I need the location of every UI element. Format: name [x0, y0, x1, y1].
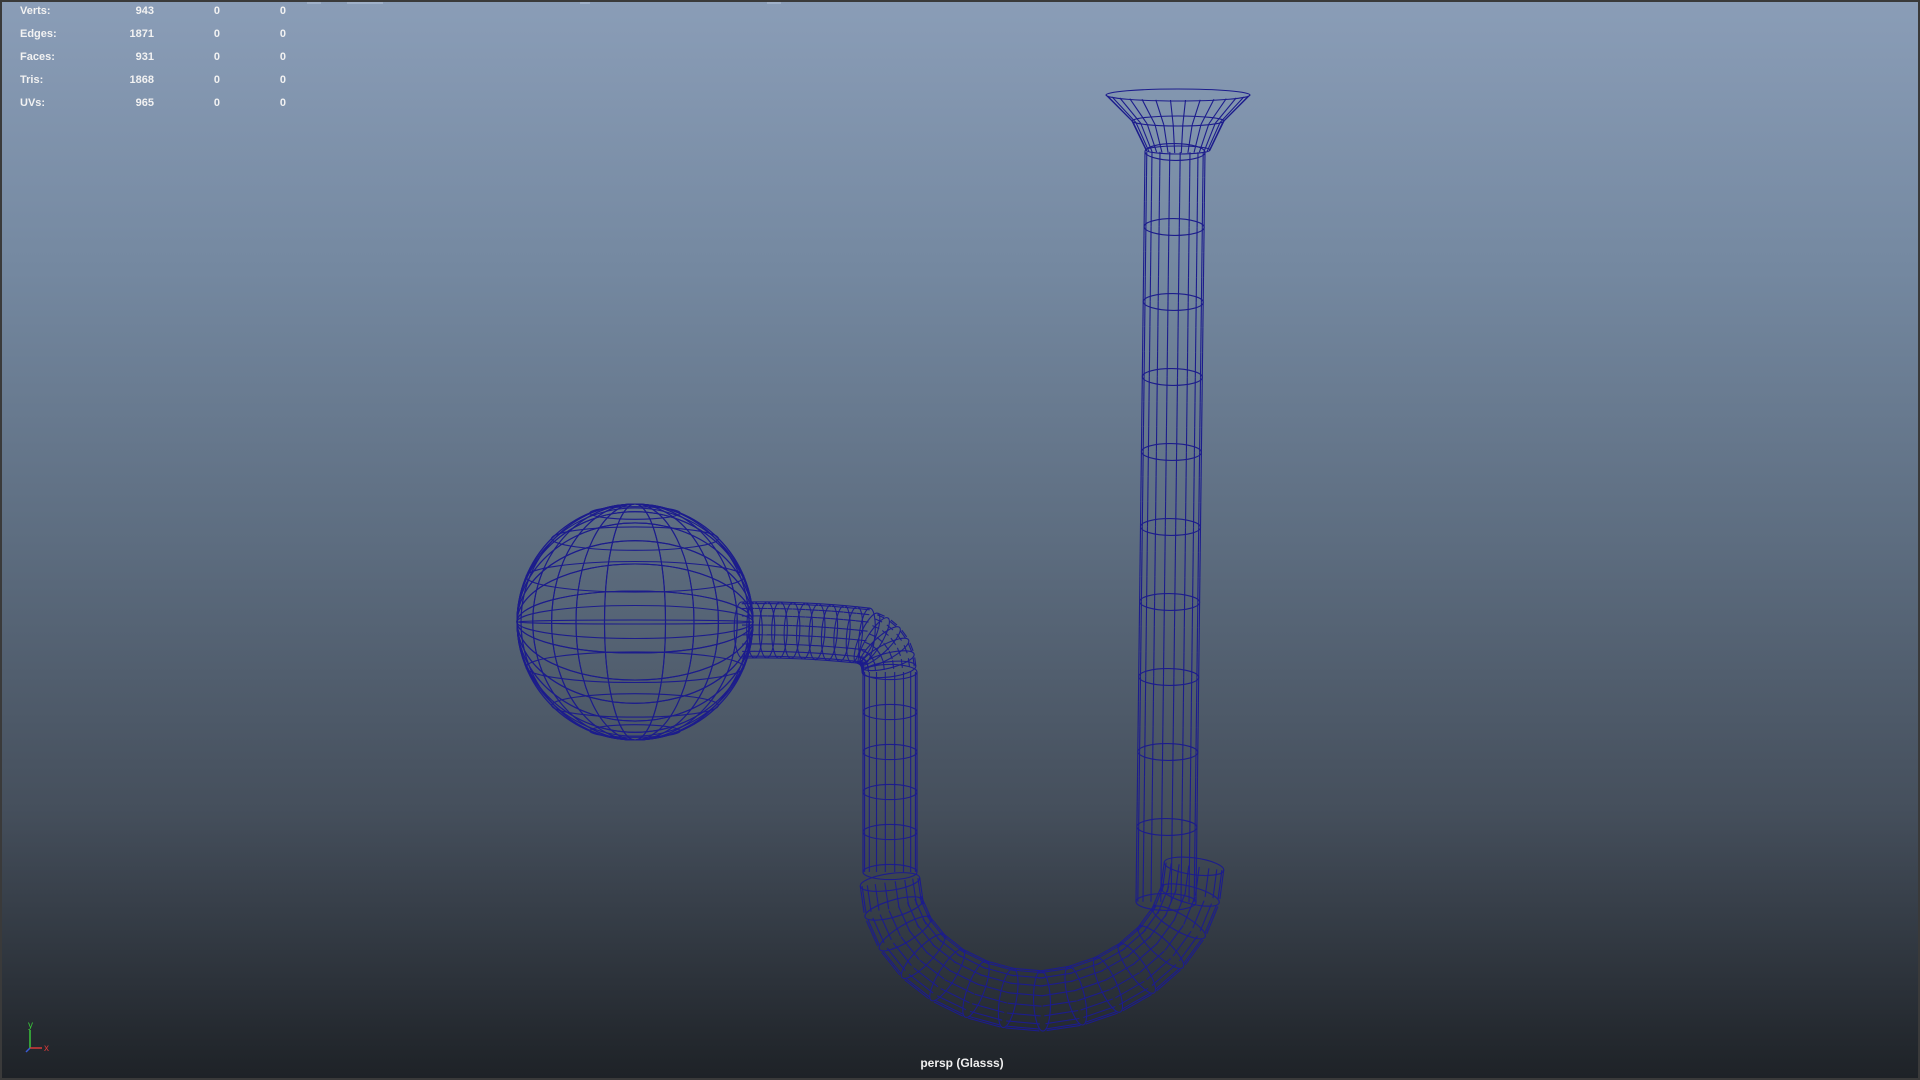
hud-value: 0 — [213, 97, 220, 109]
hud-value: 0 — [279, 51, 286, 63]
axis-y-label: y — [28, 1020, 33, 1031]
hud-value: 0 — [279, 5, 286, 17]
wireframe-scene[interactable] — [2, 2, 1920, 1080]
poly-count-hud: Verts: 943 0 0 Edges: 1871 0 0 Faces: 93… — [20, 5, 290, 120]
hud-value: 1871 — [129, 28, 154, 40]
hud-value: 943 — [135, 5, 154, 17]
hud-value: 0 — [279, 28, 286, 40]
hud-row-tris: Tris: 1868 0 0 — [20, 74, 290, 97]
hud-label: Faces: — [20, 51, 55, 63]
hud-label: Verts: — [20, 5, 51, 17]
viewport-persp[interactable]: Verts: 943 0 0 Edges: 1871 0 0 Faces: 93… — [0, 0, 1920, 1080]
hud-label: Tris: — [20, 74, 44, 86]
hud-row-uvs: UVs: 965 0 0 — [20, 97, 290, 120]
hud-value: 931 — [135, 51, 154, 63]
hud-value: 0 — [213, 51, 220, 63]
hud-value: 0 — [213, 28, 220, 40]
hud-value: 0 — [279, 74, 286, 86]
hud-value: 0 — [279, 97, 286, 109]
hud-row-edges: Edges: 1871 0 0 — [20, 28, 290, 51]
axis-z-line — [25, 1047, 31, 1053]
hud-label: Edges: — [20, 28, 57, 40]
axis-x-label: x — [44, 1043, 49, 1054]
axis-gizmo-icon: y x — [25, 1020, 49, 1054]
hud-value: 1868 — [129, 74, 154, 86]
hud-value: 0 — [213, 74, 220, 86]
camera-label: persp (Glasss) — [920, 1056, 1004, 1070]
hud-label: UVs: — [20, 97, 46, 109]
hud-row-faces: Faces: 931 0 0 — [20, 51, 290, 74]
hud-value: 0 — [213, 5, 220, 17]
hud-row-verts: Verts: 943 0 0 — [20, 5, 290, 28]
hud-value: 965 — [135, 97, 154, 109]
glassware-wireframe[interactable] — [516, 88, 1251, 1032]
